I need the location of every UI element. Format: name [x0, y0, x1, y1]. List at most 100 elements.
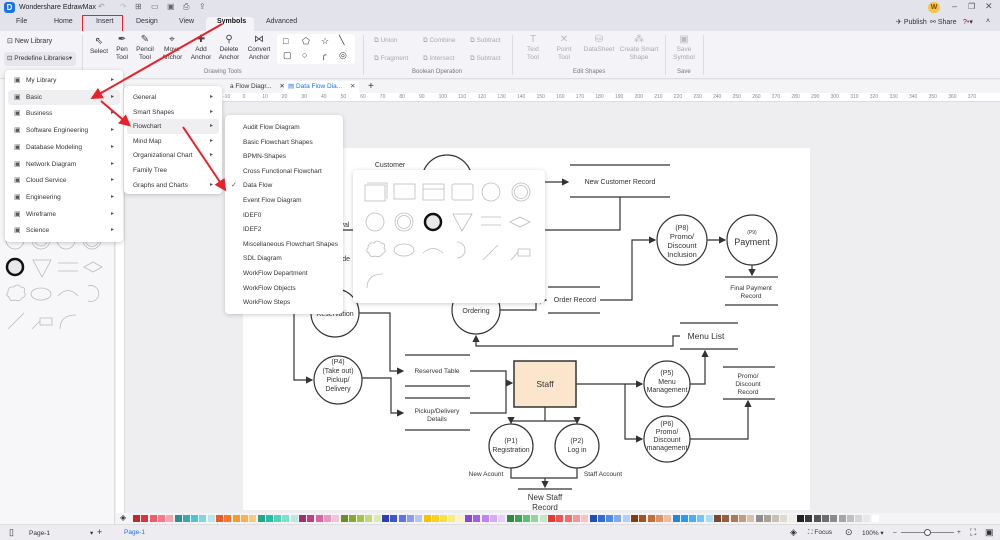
- color-swatch[interactable]: [772, 515, 780, 522]
- menu-item[interactable]: ▣ Wireframe ▸: [8, 207, 120, 222]
- color-swatch[interactable]: [722, 515, 730, 522]
- color-swatch[interactable]: [481, 515, 489, 522]
- play-icon[interactable]: ⊙: [845, 527, 853, 538]
- menu-item[interactable]: Organizational Chart ▸: [127, 148, 219, 163]
- color-swatch[interactable]: [224, 515, 232, 522]
- color-swatch[interactable]: [564, 515, 572, 522]
- color-swatch[interactable]: [456, 515, 464, 522]
- shape-line[interactable]: [482, 244, 499, 261]
- shape-circle[interactable]: [481, 182, 501, 202]
- menu-item[interactable]: Mind Map ▸: [127, 134, 219, 149]
- menu-item[interactable]: ✓ Data Flow: [228, 178, 340, 193]
- color-swatch[interactable]: [788, 515, 796, 522]
- color-swatch[interactable]: [465, 515, 472, 522]
- menu-item[interactable]: Family Tree: [127, 163, 219, 178]
- color-swatch[interactable]: [182, 515, 190, 522]
- color-swatch[interactable]: [813, 515, 821, 522]
- color-swatch[interactable]: [406, 515, 414, 522]
- color-swatch[interactable]: [680, 515, 688, 522]
- menu-item[interactable]: Miscellaneous Flowchart Shapes: [228, 237, 340, 252]
- add-page-button[interactable]: +: [97, 527, 102, 537]
- shape-ellipse[interactable]: [393, 243, 415, 257]
- zoom-out-button[interactable]: –: [893, 529, 897, 536]
- color-swatch[interactable]: [614, 515, 622, 522]
- menu-item[interactable]: ▣ Business ▸: [8, 106, 120, 121]
- page-tab[interactable]: Page-1: [124, 529, 145, 536]
- color-swatch[interactable]: [340, 515, 348, 522]
- menu-item[interactable]: ▣ My Library ▸: [8, 73, 120, 88]
- menu-item[interactable]: IDEF2: [228, 222, 340, 237]
- color-swatch[interactable]: [257, 515, 265, 522]
- color-swatch[interactable]: [572, 515, 580, 522]
- menu-item[interactable]: ▣ Network Diagram ▸: [8, 157, 120, 172]
- color-swatch[interactable]: [539, 515, 547, 522]
- color-swatch[interactable]: [523, 515, 531, 522]
- layers-icon[interactable]: ◈: [790, 527, 797, 538]
- zoom-select[interactable]: 100% ▾: [862, 529, 884, 537]
- color-swatch[interactable]: [207, 515, 215, 522]
- color-swatch[interactable]: [299, 515, 306, 522]
- color-swatch[interactable]: [398, 515, 406, 522]
- fit-page-icon[interactable]: ⛶: [970, 527, 976, 538]
- menu-item[interactable]: SDL Diagram: [228, 251, 340, 266]
- color-swatch[interactable]: [846, 515, 854, 522]
- menu-item[interactable]: Graphs and Charts ▸: [127, 178, 219, 193]
- shape-callout[interactable]: [510, 248, 531, 261]
- color-swatch[interactable]: [307, 515, 315, 522]
- shape-diamond[interactable]: [509, 216, 531, 228]
- color-swatch[interactable]: [382, 515, 389, 522]
- color-swatch[interactable]: [423, 515, 431, 522]
- color-swatch[interactable]: [431, 515, 439, 522]
- menu-item[interactable]: Flowchart ▸: [127, 119, 219, 135]
- shape-header-rect[interactable]: [422, 183, 445, 201]
- color-swatch[interactable]: [498, 515, 506, 522]
- color-swatch[interactable]: [216, 515, 223, 522]
- color-swatch[interactable]: [373, 515, 381, 522]
- color-swatch[interactable]: [581, 515, 589, 522]
- zoom-slider-handle[interactable]: [923, 529, 931, 536]
- menu-item[interactable]: Event Flow Diagram: [228, 193, 340, 208]
- menu-item[interactable]: ▣ Engineering ▸: [8, 190, 120, 205]
- color-swatch[interactable]: [597, 515, 605, 522]
- color-swatch[interactable]: [797, 515, 804, 522]
- color-swatch[interactable]: [240, 515, 248, 522]
- menu-item[interactable]: WorkFlow Department: [228, 266, 340, 281]
- color-swatch[interactable]: [323, 515, 331, 522]
- process-p1[interactable]: [488, 423, 534, 469]
- shape-circle-2[interactable]: [365, 212, 385, 232]
- color-swatch[interactable]: [249, 515, 257, 522]
- color-swatch[interactable]: [863, 515, 871, 522]
- menu-item[interactable]: ▣ Science ▸: [8, 223, 120, 238]
- color-swatch[interactable]: [606, 515, 614, 522]
- color-swatch[interactable]: [415, 515, 423, 522]
- color-swatch[interactable]: [655, 515, 663, 522]
- menu-item[interactable]: WorkFlow Objects: [228, 281, 340, 296]
- menu-item[interactable]: ▣ Basic ▸: [8, 89, 120, 105]
- page-select[interactable]: Page-1 ▾: [29, 529, 93, 537]
- menu-item[interactable]: ▣ Software Engineering ▸: [8, 123, 120, 138]
- color-swatch[interactable]: [506, 515, 514, 522]
- color-swatch[interactable]: [672, 515, 680, 522]
- shape-c-arc[interactable]: [456, 241, 466, 259]
- color-swatch[interactable]: [149, 515, 157, 522]
- process-p2[interactable]: [554, 423, 600, 469]
- menu-item[interactable]: General ▸: [127, 90, 219, 105]
- color-swatch[interactable]: [871, 515, 879, 522]
- color-swatch[interactable]: [133, 515, 140, 522]
- color-swatch[interactable]: [622, 515, 630, 522]
- shape-arc[interactable]: [422, 248, 444, 254]
- shape-rounded-rect[interactable]: [451, 183, 474, 201]
- shape-multi-doc[interactable]: [364, 184, 386, 202]
- menu-item[interactable]: ▣ Database Modeling ▸: [8, 140, 120, 155]
- color-swatch[interactable]: [855, 515, 863, 522]
- focus-button[interactable]: ⛶ Focus: [808, 529, 832, 537]
- color-swatch[interactable]: [755, 515, 763, 522]
- menu-item[interactable]: IDEF0: [228, 208, 340, 223]
- color-swatch[interactable]: [705, 515, 713, 522]
- menu-item[interactable]: WorkFlow Steps: [228, 295, 340, 310]
- menu-item[interactable]: Basic Flowchart Shapes: [228, 135, 340, 150]
- color-swatch[interactable]: [714, 515, 721, 522]
- color-swatch[interactable]: [390, 515, 398, 522]
- zoom-slider[interactable]: [901, 529, 954, 536]
- color-swatch[interactable]: [697, 515, 705, 522]
